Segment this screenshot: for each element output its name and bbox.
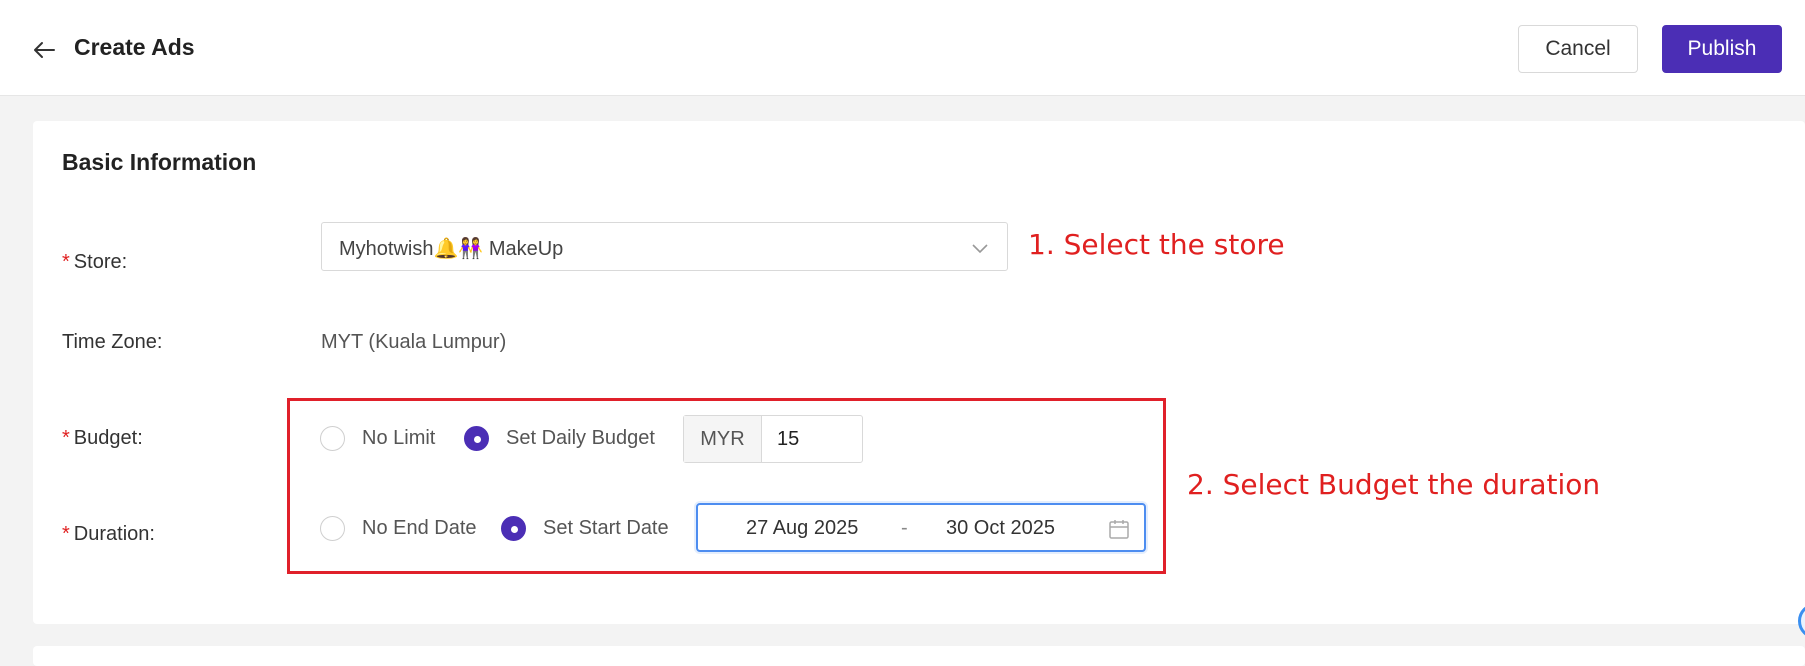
daily-budget-input-group: MYR (683, 415, 863, 463)
store-select-value: Myhotwish🔔👭 MakeUp (339, 238, 564, 260)
budget-label: * Budget: (62, 427, 143, 450)
required-mark: * (62, 427, 70, 449)
radio-no-end-date[interactable] (320, 516, 345, 541)
label-colon: : (137, 427, 143, 449)
cancel-button[interactable]: Cancel (1518, 25, 1638, 73)
chevron-down-icon (972, 244, 988, 254)
radio-set-daily-budget[interactable] (464, 426, 489, 451)
store-select[interactable]: Myhotwish🔔👭 MakeUp (321, 222, 1008, 271)
radio-no-limit-label[interactable]: No Limit (362, 427, 435, 450)
duration-label: * Duration: (62, 523, 155, 546)
store-label: * Store: (62, 251, 127, 274)
duration-label-text: Duration (73, 523, 150, 545)
timezone-value: MYT (Kuala Lumpur) (321, 331, 507, 353)
label-colon: : (156, 331, 163, 353)
label-colon: : (121, 251, 128, 273)
next-section-card (33, 646, 1805, 666)
top-bar: Create Ads Cancel Publish (0, 0, 1805, 96)
required-mark: * (62, 523, 70, 545)
budget-label-text: Budget (73, 427, 138, 449)
annotation-step1: 1. Select the store (1028, 228, 1285, 261)
publish-button[interactable]: Publish (1662, 25, 1782, 73)
start-date[interactable]: 27 Aug 2025 (746, 517, 858, 540)
date-range-picker[interactable]: 27 Aug 2025 - 30 Oct 2025 (696, 503, 1146, 552)
radio-set-start-date-label[interactable]: Set Start Date (543, 517, 669, 540)
radio-no-limit[interactable] (320, 426, 345, 451)
daily-budget-input[interactable] (763, 416, 862, 462)
timezone-label-text: Time Zone (62, 331, 157, 353)
annotation-step2: 2. Select Budget the duration (1187, 468, 1601, 501)
arrow-left-icon[interactable] (30, 36, 58, 64)
required-mark: * (62, 251, 70, 273)
radio-set-start-date[interactable] (501, 516, 526, 541)
radio-no-end-date-label[interactable]: No End Date (362, 517, 477, 540)
timezone-label: Time Zone: (62, 331, 162, 354)
label-colon: : (149, 523, 155, 545)
radio-set-daily-budget-label[interactable]: Set Daily Budget (506, 427, 655, 450)
section-title: Basic Information (62, 149, 257, 175)
calendar-icon[interactable] (1108, 518, 1130, 540)
end-date[interactable]: 30 Oct 2025 (946, 517, 1055, 540)
currency-addon: MYR (684, 416, 762, 462)
date-separator: - (901, 517, 908, 539)
store-label-text: Store (73, 251, 122, 273)
page-title: Create Ads (74, 34, 195, 60)
